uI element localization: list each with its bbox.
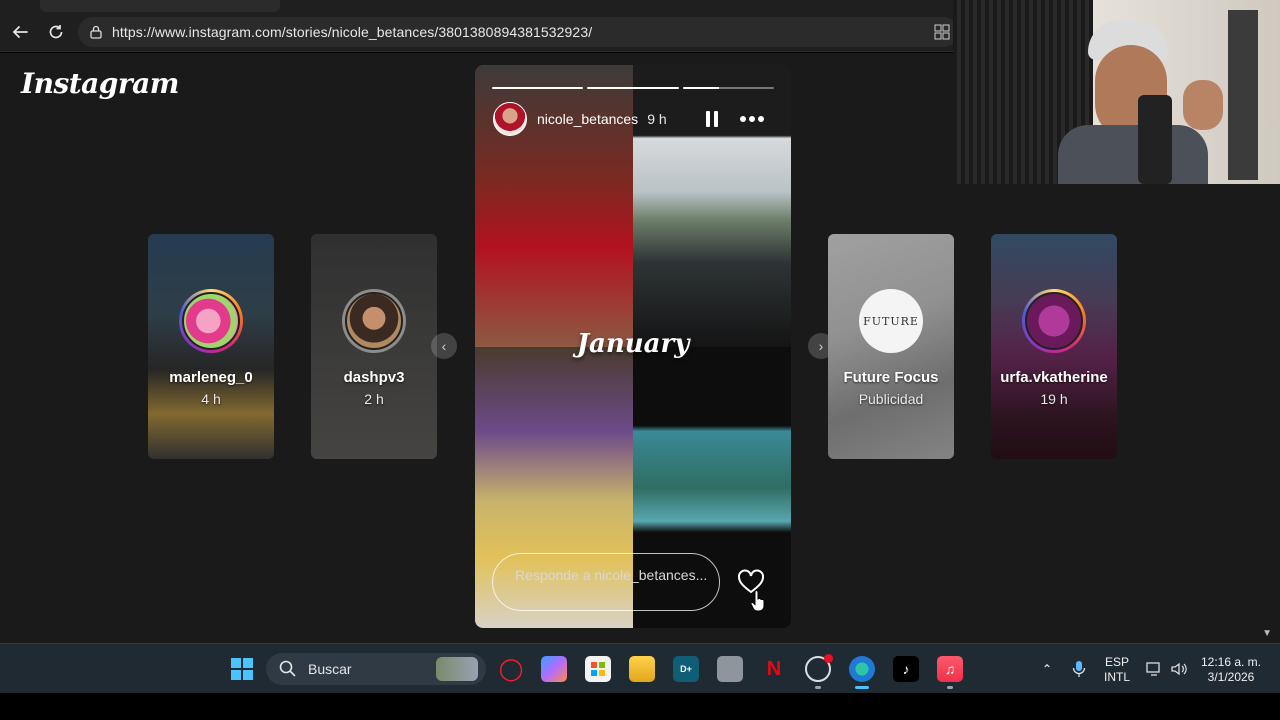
extensions-icon[interactable] [934, 24, 950, 40]
avatar [179, 289, 243, 353]
obs-icon[interactable] [805, 654, 833, 682]
address-bar[interactable]: https://www.instagram.com/stories/nicole… [78, 17, 958, 47]
reload-icon [49, 25, 63, 39]
copilot-icon[interactable] [541, 656, 567, 682]
tiktok-icon[interactable]: ♪ [893, 656, 919, 682]
preview-time: 4 h [201, 391, 221, 407]
webcam-overlay [953, 0, 1280, 184]
scroll-down-arrow-icon[interactable]: ▼ [1262, 628, 1272, 639]
netflix-icon[interactable]: N [761, 656, 787, 682]
apple-music-icon[interactable]: ♫ [937, 656, 963, 682]
previous-story-button[interactable]: ‹ [431, 333, 457, 359]
back-button[interactable] [8, 20, 32, 44]
opera-icon[interactable]: ◯ [498, 656, 524, 682]
story-viewer[interactable]: nicole_betances 9 h January Responde a n… [475, 65, 791, 628]
story-preview-future-focus[interactable]: FUTURE Future Focus Publicidad [828, 234, 954, 459]
reply-input[interactable]: Responde a nicole_betances... [492, 553, 720, 611]
story-preview-marleneg[interactable]: marleneg_0 4 h [148, 234, 274, 459]
chevron-left-icon: ‹ [441, 338, 447, 354]
reload-button[interactable] [44, 20, 68, 44]
disney-plus-icon[interactable]: D+ [673, 656, 699, 682]
edge-icon[interactable] [849, 656, 875, 682]
more-options-icon[interactable] [740, 116, 764, 122]
story-progress-bar [492, 87, 774, 90]
app-icon[interactable] [717, 656, 743, 682]
avatar[interactable] [493, 102, 527, 136]
preview-username: dashpv3 [343, 369, 405, 386]
lock-icon[interactable] [88, 24, 104, 40]
screen-bottom-bar [0, 693, 1280, 720]
back-arrow-icon [12, 26, 28, 38]
search-highlight-icon [436, 657, 478, 681]
story-preview-dashpv3[interactable]: dashpv3 2 h [311, 234, 437, 459]
story-username[interactable]: nicole_betances [537, 111, 638, 127]
language-indicator[interactable]: ESP INTL [1100, 655, 1134, 685]
preview-time: 2 h [364, 391, 384, 407]
taskbar-search[interactable]: Buscar [266, 653, 486, 685]
chevron-up-icon[interactable]: ⌃ [1034, 656, 1060, 682]
volume-icon[interactable] [1166, 656, 1192, 682]
windows-taskbar: Buscar ◯ D+ N ♪ ♫ ⌃ ESP INTL 12:16 a. m.… [0, 643, 1280, 693]
story-preview-urfa[interactable]: urfa.vkatherine 19 h [991, 234, 1117, 459]
story-time: 9 h [647, 111, 667, 127]
hand-cursor-icon [750, 590, 765, 612]
windows-start-icon[interactable] [229, 656, 255, 682]
avatar [342, 289, 406, 353]
preview-time: Publicidad [858, 391, 924, 407]
preview-username: urfa.vkatherine [1000, 369, 1108, 386]
microphone-icon[interactable] [1066, 656, 1092, 682]
preview-username: marleneg_0 [169, 369, 253, 386]
search-icon [279, 660, 296, 677]
chevron-right-icon: › [818, 338, 824, 354]
microsoft-store-icon[interactable] [585, 656, 611, 682]
preview-time: 19 h [1040, 391, 1068, 407]
preview-username: Future Focus [843, 369, 939, 386]
browser-tab[interactable] [40, 0, 280, 12]
network-icon[interactable] [1142, 656, 1168, 682]
file-explorer-icon[interactable] [629, 656, 655, 682]
instagram-logo[interactable]: Instagram [21, 67, 179, 100]
avatar [1022, 289, 1086, 353]
story-header: nicole_betances 9 h [493, 101, 773, 137]
pause-icon[interactable] [706, 111, 720, 127]
avatar: FUTURE [859, 289, 923, 353]
clock[interactable]: 12:16 a. m. 3/1/2026 [1196, 655, 1266, 685]
story-overlay-title: January [576, 329, 690, 359]
url-text[interactable]: https://www.instagram.com/stories/nicole… [112, 24, 592, 40]
